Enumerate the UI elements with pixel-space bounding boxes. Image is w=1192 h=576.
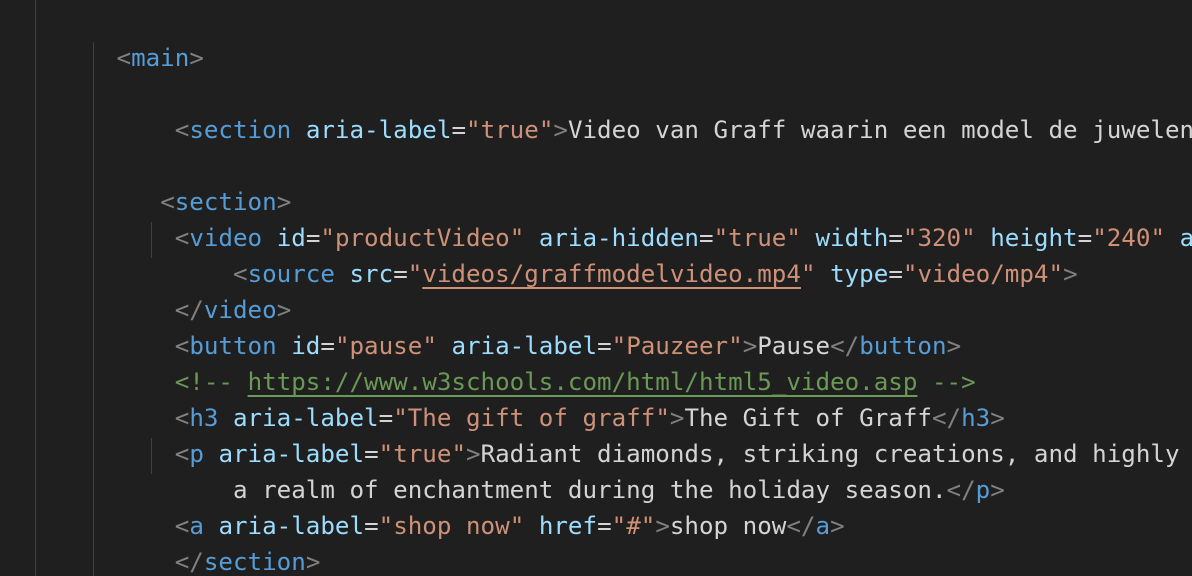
code-line: </section> [0,508,321,576]
code-line: </video> [0,256,292,324]
code-line: a realm of enchantment during the holida… [0,436,1005,504]
attribute-name: aria-label [305,116,452,144]
tag-name: section [189,116,292,144]
code-line: <source src="videos/graffmodelvideo.mp4"… [0,220,1078,288]
code-editor[interactable]: <main> <section aria-label="true">Video … [0,0,1192,576]
tag-name: a [815,512,831,540]
code-line: <a aria-label="shop now" href="#">shop n… [0,472,845,540]
code-line: <main> [0,4,204,72]
code-line: <button id="pause" aria-label="Pauzeer">… [0,292,961,360]
attribute-name: href [538,512,598,540]
attribute-name: src [349,260,394,288]
source-link[interactable]: videos/graffmodelvideo.mp4 [422,260,801,288]
code-line: <video id="productVideo" aria-hidden="tr… [0,184,1192,252]
attribute-value: video/mp4 [917,260,1049,288]
code-line: <h3 aria-label="The gift of graff">The G… [0,364,1005,432]
attribute-name: type [830,260,889,288]
tag-name: p [975,476,991,504]
attribute-value: true [480,116,539,144]
code-line: <!-- https://www.w3schools.com/html/html… [0,328,976,396]
code-line: <section> [0,148,291,216]
attribute-name: autoplay [1179,224,1192,252]
attribute-value: # [626,512,641,540]
text-content: shop now [669,512,787,540]
text-content: Video van Graff waarin een model de juwe… [567,116,1192,144]
attribute-value: 240 [1106,224,1151,252]
tag-name: main [131,44,190,72]
attribute-value: shop now [393,512,510,540]
code-line: <p aria-label="true">Radiant diamonds, s… [0,400,1192,468]
tag-name: section [203,548,306,576]
code-line: <section aria-label="true">Video van Gra… [0,76,1192,144]
